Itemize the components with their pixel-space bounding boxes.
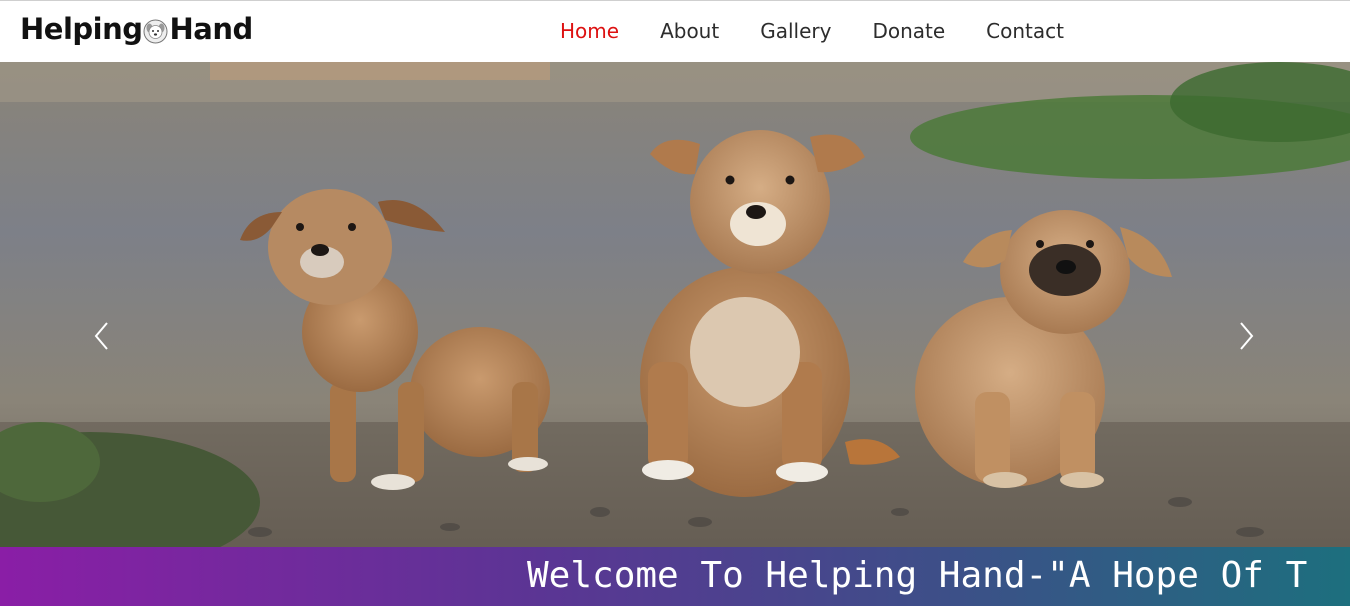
nav-donate[interactable]: Donate [872, 19, 945, 43]
nav-home[interactable]: Home [560, 19, 619, 43]
chevron-right-icon [1240, 322, 1254, 350]
nav-contact[interactable]: Contact [986, 19, 1064, 43]
nav-about[interactable]: About [660, 19, 719, 43]
brand-name-part2: Hand [169, 12, 253, 46]
brand-logo[interactable]: Helping Hand [20, 12, 253, 46]
ticker-text: Welcome To Helping Hand-"A Hope Of T [527, 555, 1308, 596]
nav-gallery[interactable]: Gallery [760, 19, 831, 43]
dog-face-icon [143, 17, 168, 43]
navbar: Helping Hand Home About Gallery Donate C… [0, 0, 1350, 62]
main-nav: Home About Gallery Donate Contact [560, 19, 1064, 43]
hero-carousel [0, 62, 1350, 547]
three-puppies-photo [0, 62, 1350, 547]
welcome-ticker: Welcome To Helping Hand-"A Hope Of T [0, 547, 1350, 606]
carousel-next-button[interactable] [1227, 320, 1267, 352]
chevron-left-icon [94, 322, 108, 350]
brand-name-part1: Helping [20, 12, 143, 46]
carousel-prev-button[interactable] [81, 320, 121, 352]
